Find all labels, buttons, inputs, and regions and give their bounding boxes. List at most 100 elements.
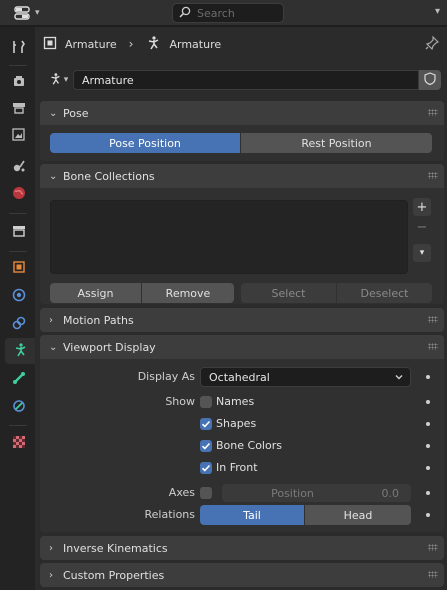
collection-specials-button[interactable]: ▾ [413, 244, 431, 262]
keyframe-dot-icon[interactable] [426, 400, 430, 404]
relations-tail-button[interactable]: Tail [200, 505, 304, 525]
plus-icon: + [416, 199, 428, 215]
panel-header-bone-collections[interactable]: ⌄ Bone Collections [40, 164, 444, 188]
rest-position-button[interactable]: Rest Position [241, 133, 432, 153]
bone-icon [11, 370, 27, 389]
render-icon [11, 73, 27, 92]
drag-grip-icon[interactable] [428, 109, 438, 116]
panel-title: Motion Paths [63, 313, 134, 327]
header-options-chevron-icon[interactable]: ▾ [435, 6, 440, 17]
panel-header-viewport-display[interactable]: ⌄ Viewport Display [40, 335, 444, 359]
chevron-down-icon: ▾ [419, 248, 425, 258]
tool-icon [11, 39, 27, 58]
chevron-down-icon: ▾ [35, 8, 40, 18]
bone-colors-checkbox[interactable] [200, 440, 212, 452]
panel-header-motion-paths[interactable]: › Motion Paths [40, 308, 444, 332]
names-checkbox[interactable] [200, 396, 212, 408]
panel-title: Pose [63, 106, 89, 120]
remove-collection-button[interactable]: − [413, 218, 431, 236]
tab-texture[interactable] [5, 430, 32, 456]
texture-icon [11, 434, 27, 453]
pose-position-button[interactable]: Pose Position [50, 133, 240, 153]
panel-body-pose: Pose Position Rest Position [40, 125, 444, 161]
tab-scene[interactable] [5, 154, 32, 180]
drag-grip-icon[interactable] [428, 343, 438, 350]
display-as-dropdown[interactable]: Octahedral [200, 367, 411, 387]
display-as-value: Octahedral [209, 370, 270, 384]
properties-header: ▾ Search ▾ [0, 0, 447, 26]
keyframe-dot-icon[interactable] [426, 491, 430, 495]
shapes-checkbox[interactable] [200, 418, 212, 430]
tab-render[interactable] [5, 69, 32, 95]
breadcrumb-data-name: Armature [169, 37, 222, 51]
tab-bone[interactable] [5, 366, 32, 392]
drag-grip-icon[interactable] [428, 544, 438, 551]
panel-header-custom-properties[interactable]: › Custom Properties [40, 563, 444, 587]
armature-icon [12, 342, 28, 361]
chevron-down-icon: ⌄ [49, 170, 58, 182]
keyframe-dot-icon[interactable] [426, 466, 430, 470]
armature-datablock-selector: ▾ Armature [43, 69, 443, 91]
chevron-right-icon: › [49, 569, 53, 581]
pin-icon[interactable] [425, 35, 440, 53]
shield-icon [424, 72, 436, 88]
deselect-button[interactable]: Deselect [337, 283, 432, 303]
tab-collection[interactable] [5, 219, 32, 245]
tab-world[interactable] [5, 181, 32, 207]
properties-tab-bar [0, 27, 35, 590]
world-icon [11, 185, 27, 204]
display-as-label: Display As [137, 370, 195, 383]
tab-object-data-armature[interactable] [5, 338, 35, 364]
chevron-down-icon: ▾ [63, 75, 69, 85]
axes-position-value: 0.0 [381, 486, 400, 500]
keyframe-dot-icon[interactable] [426, 513, 430, 517]
select-button[interactable]: Select [241, 283, 336, 303]
checkmark-icon [201, 420, 211, 428]
add-collection-button[interactable]: + [413, 198, 431, 216]
panel-title: Bone Collections [63, 169, 155, 183]
drag-grip-icon[interactable] [428, 571, 438, 578]
axes-position-field[interactable]: Position 0.0 [222, 484, 411, 502]
object-icon [43, 36, 57, 53]
bone-collections-list[interactable] [50, 200, 408, 274]
tab-object-constraints[interactable] [5, 311, 32, 337]
assign-button[interactable]: Assign [50, 283, 141, 303]
chevron-right-icon: › [49, 314, 53, 326]
search-placeholder: Search [197, 6, 235, 20]
editor-type-dropdown[interactable]: ▾ [8, 3, 48, 23]
chevron-down-icon: ⌄ [49, 341, 58, 353]
datablock-name-field[interactable]: Armature [73, 70, 419, 90]
remove-button[interactable]: Remove [142, 283, 234, 303]
chevron-down-icon [394, 372, 404, 385]
panel-header-pose[interactable]: ⌄ Pose [40, 101, 444, 125]
properties-editor-icon [14, 6, 30, 20]
properties-main: Armature › Armature ▾ Armature ⌄ Pose Po… [35, 27, 447, 590]
tab-object[interactable] [5, 255, 32, 281]
tab-output[interactable] [5, 96, 32, 122]
panel-title: Custom Properties [63, 568, 165, 582]
fake-user-button[interactable] [419, 70, 441, 90]
view-layer-icon [11, 127, 27, 146]
relations-head-button[interactable]: Head [305, 505, 411, 525]
keyframe-dot-icon[interactable] [426, 444, 430, 448]
panel-body-bone-collections: + − ▾ Assign Remove Select Deselect [40, 188, 444, 304]
drag-grip-icon[interactable] [428, 172, 438, 179]
tab-tool[interactable] [5, 35, 32, 61]
datablock-browse-button[interactable]: ▾ [43, 70, 73, 90]
tab-bone-constraints[interactable] [5, 394, 32, 420]
chevron-right-icon: › [128, 37, 134, 51]
panel-body-viewport-display: Display As Octahedral Show Names Shapes … [40, 359, 444, 532]
in-front-checkbox[interactable] [200, 462, 212, 474]
keyframe-dot-icon[interactable] [426, 422, 430, 426]
scene-icon [11, 158, 27, 177]
tab-view-layer[interactable] [5, 123, 32, 149]
collection-icon [11, 223, 27, 242]
tab-physics[interactable] [5, 283, 32, 309]
panel-header-inverse-kinematics[interactable]: › Inverse Kinematics [40, 536, 444, 560]
search-field[interactable]: Search [172, 3, 284, 23]
keyframe-dot-icon[interactable] [426, 375, 430, 379]
drag-grip-icon[interactable] [428, 316, 438, 323]
output-icon [11, 100, 27, 119]
checkmark-icon [201, 442, 211, 450]
panel-title: Inverse Kinematics [63, 541, 168, 555]
